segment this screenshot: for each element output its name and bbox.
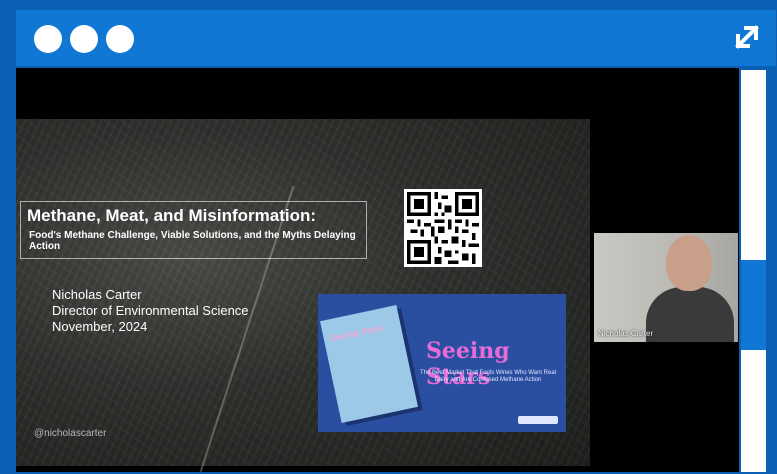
window-dots — [34, 25, 134, 53]
presenter-body — [646, 287, 734, 342]
presenter-role: Director of Environmental Science — [52, 303, 249, 318]
book-cover-title: Seeing Stars — [328, 322, 385, 344]
book-tagline: The Beef Market That Fools Wines Who Wan… — [419, 370, 557, 383]
scrollbar-lower[interactable] — [741, 350, 766, 472]
window-toolbar — [16, 10, 776, 66]
webcam-name-label: Nicholas Carter — [598, 329, 654, 338]
dot-icon[interactable] — [70, 25, 98, 53]
qr-code-icon — [404, 189, 482, 267]
book-cover: Seeing Stars — [320, 305, 418, 423]
dot-icon[interactable] — [34, 25, 62, 53]
presenter-webcam: Nicholas Carter — [594, 233, 738, 342]
expand-diagonal-icon[interactable] — [730, 20, 764, 54]
presenter-info: Nicholas Carter Director of Environmenta… — [52, 287, 249, 335]
book-advertisement: Seeing Stars Seeing Stars The Beef Marke… — [318, 294, 566, 432]
publisher-logo — [518, 416, 558, 424]
scrollbar-upper[interactable] — [741, 70, 766, 260]
presenter-head — [666, 235, 712, 291]
slide-subtitle: Food's Methane Challenge, Viable Solutio… — [29, 230, 356, 252]
presentation-slide: Methane, Meat, and Misinformation: Food'… — [16, 119, 590, 472]
slide-title-box: Methane, Meat, and Misinformation: Food'… — [20, 201, 367, 259]
social-handle: @nicholascarter — [34, 428, 107, 439]
dot-icon[interactable] — [106, 25, 134, 53]
scrollbar-thumb[interactable] — [741, 260, 766, 350]
presentation-date: November, 2024 — [52, 319, 148, 334]
video-viewport[interactable]: Methane, Meat, and Misinformation: Food'… — [16, 68, 739, 472]
presenter-name: Nicholas Carter — [52, 287, 142, 302]
slide-title: Methane, Meat, and Misinformation: — [27, 206, 317, 225]
